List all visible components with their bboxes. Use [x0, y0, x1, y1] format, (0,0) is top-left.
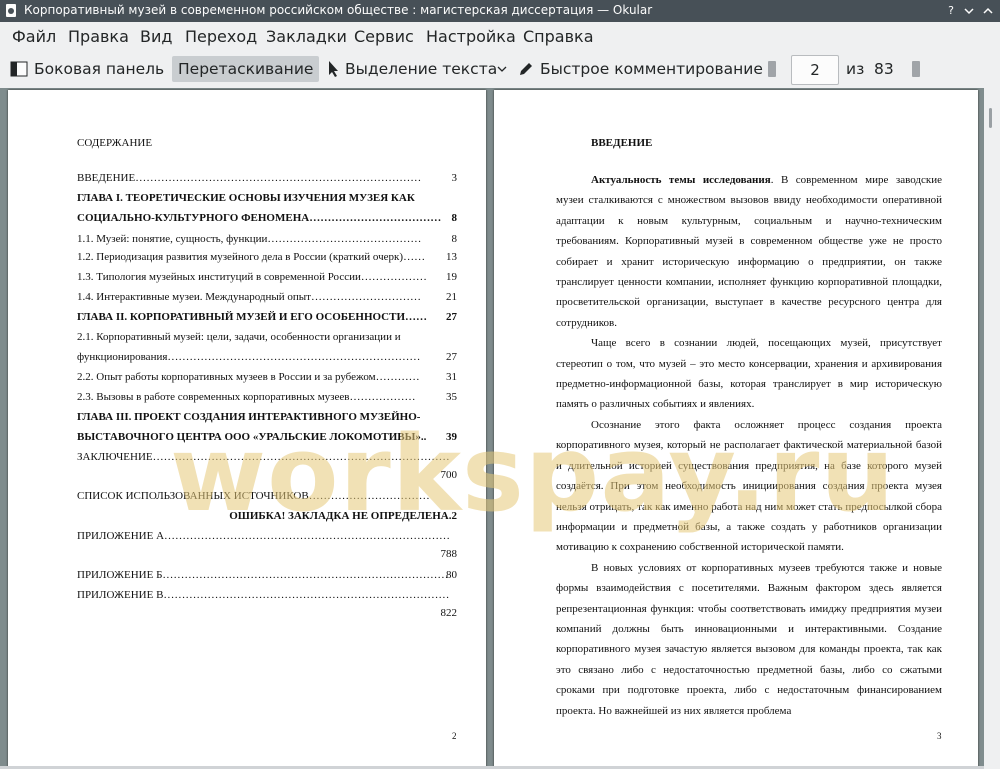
scrollbar-thumb[interactable]	[989, 108, 992, 128]
selection-mode-dropdown[interactable]	[497, 56, 507, 82]
toc-entry-page: 788	[440, 548, 458, 560]
toc-entry-label: ГЛАВА II. КОРПОРАТИВНЫЙ МУЗЕЙ И ЕГО ОСОБ…	[77, 311, 428, 323]
toc-entry-page: 19	[446, 271, 457, 283]
toc-entry-label: ПРИЛОЖЕНИЕ Б……………………………………………………………………	[77, 569, 449, 581]
minimize-window-button[interactable]	[962, 4, 976, 18]
menu-go[interactable]: Переход	[185, 27, 257, 46]
pen-icon	[520, 63, 532, 75]
sidebar-button-label: Боковая панель	[34, 60, 165, 78]
document-page-2: СОДЕРЖАНИЕ ВВЕДЕНИЕ…………………………………………………………	[8, 90, 486, 769]
toc-entry-page: ОШИБКА! ЗАКЛАДКА НЕ ОПРЕДЕЛЕНА.2	[229, 510, 457, 522]
toc-entry-page: 8	[451, 212, 458, 224]
total-pages-label: 83	[874, 60, 894, 78]
drag-mode-button[interactable]: Перетаскивание	[172, 56, 320, 82]
toc-entry-label: ПРИЛОЖЕНИЕ А……………………………………………………………………	[77, 530, 451, 542]
paragraph-1-text: . В современном мире заводские музеи ста…	[556, 174, 943, 329]
toc-entry-page: 80	[446, 569, 457, 581]
paragraph-2: Чаще всего в сознании людей, посещающих …	[556, 337, 942, 411]
toc-entry-label: 1.1. Музей: понятие, сущность, функции………	[77, 233, 422, 245]
toc-entry-page: 35	[446, 391, 457, 403]
toc-entry-label: 2.3. Вызовы в работе современных корпора…	[77, 391, 416, 403]
document-page-3: ВВЕДЕНИЕ Актуальность темы исследования.…	[494, 90, 978, 769]
toc-entry-label: 1.4. Интерактивные музеи. Международный …	[77, 291, 421, 303]
toc-entry-label: ВВЕДЕНИЕ……………………………………………………………………	[77, 172, 422, 184]
menu-settings[interactable]: Настройка	[426, 27, 516, 46]
toc-entry-page: 31	[446, 371, 457, 383]
toc-entry-label: 2.2. Опыт работы корпоративных музеев в …	[77, 371, 420, 383]
of-label: из	[846, 60, 865, 78]
page-number: 3	[937, 731, 942, 741]
toc-entry-page: 8	[451, 233, 458, 245]
quick-comment-button[interactable]: Быстрое комментирование	[518, 56, 763, 82]
drag-button-label: Перетаскивание	[178, 60, 314, 78]
toc-entry-page: 27	[446, 351, 457, 363]
paragraph-1: Актуальность темы исследования. В соврем…	[556, 170, 942, 333]
paragraph-3: Осознание этого факта осложняет процесс …	[556, 418, 942, 554]
previous-page-button[interactable]	[768, 61, 776, 77]
next-page-button[interactable]	[912, 61, 920, 77]
help-window-button[interactable]: ?	[944, 4, 958, 18]
toc-entry-label: ГЛАВА I. ТЕОРЕТИЧЕСКИЕ ОСНОВЫ ИЗУЧЕНИЯ М…	[77, 192, 415, 204]
toc-heading: СОДЕРЖАНИЕ	[77, 137, 153, 149]
toc-entry-label: 1.3. Типология музейных институций в сов…	[77, 271, 427, 283]
cursor-arrow-icon	[329, 61, 338, 77]
sidebar-icon	[10, 61, 28, 77]
toc-entry-page: 27	[446, 311, 457, 323]
toc-entry-page: 3	[451, 172, 458, 184]
document-viewport[interactable]: СОДЕРЖАНИЕ ВВЕДЕНИЕ…………………………………………………………	[0, 88, 1000, 769]
toc-entry-label: 1.2. Периодизация развития музейного дел…	[77, 251, 426, 263]
okular-app-icon	[6, 4, 16, 17]
paragraph-1-lead: Актуальность темы исследования	[591, 174, 771, 186]
menu-bar: Файл Правка Вид Переход Закладки Сервис …	[0, 22, 1000, 50]
maximize-window-button[interactable]	[981, 4, 995, 18]
toc-entry-page: 21	[446, 291, 457, 303]
menu-file[interactable]: Файл	[12, 27, 56, 46]
paragraph-4: В новых условиях от корпоративных музеев…	[556, 561, 942, 717]
body-text: Актуальность темы исследования. В соврем…	[556, 170, 942, 721]
menu-help[interactable]: Справка	[523, 27, 594, 46]
vertical-scrollbar[interactable]	[984, 88, 1000, 769]
toc-entry-label: СПИСОК ИСПОЛЬЗОВАННЫХ ИСТОЧНИКОВ………………………	[77, 490, 430, 502]
toc-entry-label: ПРИЛОЖЕНИЕ В……………………………………………………………………	[77, 589, 450, 601]
menu-tools[interactable]: Сервис	[354, 27, 414, 46]
toc-entry-label: ГЛАВА III. ПРОЕКТ СОЗДАНИЯ ИНТЕРАКТИВНОГ…	[77, 411, 421, 423]
toc-entry-page: 822	[440, 607, 458, 619]
menu-bookmarks[interactable]: Закладки	[266, 27, 347, 46]
toc-entry-label: функционирования……………………………………………………………	[77, 351, 421, 363]
introduction-heading: ВВЕДЕНИЕ	[591, 137, 653, 149]
toc-entry-label: СОЦИАЛЬНО-КУЛЬТУРНОГО ФЕНОМЕНА……………………………	[77, 212, 442, 224]
toc-entry-page: 700	[440, 469, 458, 481]
window-title: Корпоративный музей в современном россий…	[24, 3, 653, 17]
page-number: 2	[452, 731, 457, 741]
toc-entry-label: ЗАКЛЮЧЕНИЕ………………………………………………………………………	[77, 451, 450, 463]
menu-view[interactable]: Вид	[140, 27, 172, 46]
quick-comment-label: Быстрое комментирование	[540, 60, 763, 78]
text-select-label: Выделение текста	[345, 60, 498, 78]
menu-edit[interactable]: Правка	[68, 27, 129, 46]
sidebar-toggle-button[interactable]: Боковая панель	[10, 56, 164, 82]
toc-entry-page: 13	[446, 251, 457, 263]
toc-entry-page: 39	[446, 431, 457, 443]
chevron-down-icon	[497, 66, 507, 72]
toc-entry-label: 2.1. Корпоративный музей: цели, задачи, …	[77, 331, 401, 343]
text-select-button[interactable]: Выделение текста	[327, 56, 497, 82]
title-bar: Корпоративный музей в современном россий…	[0, 0, 1000, 22]
toc-entry-label: ВЫСТАВОЧНОГО ЦЕНТРА ООО «УРАЛЬСКИЕ ЛОКОМ…	[77, 431, 427, 443]
current-page-input[interactable]: 2	[791, 55, 839, 85]
